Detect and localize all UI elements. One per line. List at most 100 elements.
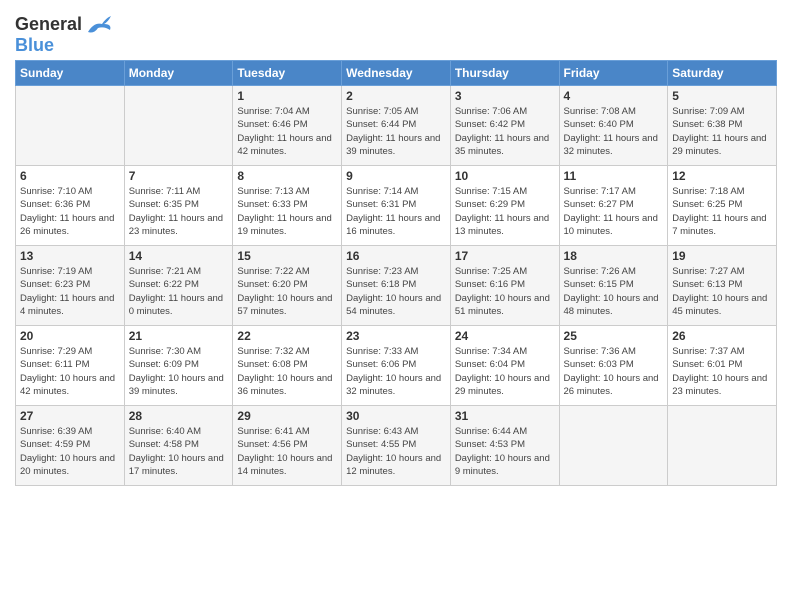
day-info: Sunrise: 7:22 AM Sunset: 6:20 PM Dayligh… <box>237 265 337 318</box>
calendar-cell: 29 Sunrise: 6:41 AM Sunset: 4:56 PM Dayli… <box>233 406 342 486</box>
calendar-cell: 2Sunrise: 7:05 AM Sunset: 6:44 PM Daylig… <box>342 86 451 166</box>
day-info: Sunrise: 6:44 AM Sunset: 4:53 PM Dayligh… <box>455 425 555 478</box>
day-info: Sunrise: 7:14 AM Sunset: 6:31 PM Dayligh… <box>346 185 446 238</box>
day-info: Sunrise: 7:32 AM Sunset: 6:08 PM Dayligh… <box>237 345 337 398</box>
calendar-cell: 18 Sunrise: 7:26 AM Sunset: 6:15 PM Dayli… <box>559 246 668 326</box>
calendar-cell: 6 Sunrise: 7:10 AM Sunset: 6:36 PM Daylig… <box>16 166 125 246</box>
calendar-cell: 23Sunrise: 7:33 AM Sunset: 6:06 PM Dayli… <box>342 326 451 406</box>
day-number: 19 <box>672 249 772 263</box>
calendar-cell <box>559 406 668 486</box>
calendar-cell: 31 Sunrise: 6:44 AM Sunset: 4:53 PM Dayli… <box>450 406 559 486</box>
day-of-week-header: Wednesday <box>342 61 451 86</box>
calendar-cell: 13 Sunrise: 7:19 AM Sunset: 6:23 PM Dayli… <box>16 246 125 326</box>
day-info: Sunrise: 7:09 AM Sunset: 6:38 PM Dayligh… <box>672 105 772 158</box>
day-info: Sunrise: 7:29 AM Sunset: 6:11 PM Dayligh… <box>20 345 120 398</box>
calendar-cell: 28 Sunrise: 6:40 AM Sunset: 4:58 PM Dayli… <box>124 406 233 486</box>
day-number: 18 <box>564 249 664 263</box>
calendar-cell: 3 Sunrise: 7:06 AM Sunset: 6:42 PM Daylig… <box>450 86 559 166</box>
day-number: 12 <box>672 169 772 183</box>
day-number: 6 <box>20 169 120 183</box>
day-info: Sunrise: 6:41 AM Sunset: 4:56 PM Dayligh… <box>237 425 337 478</box>
calendar-cell: 10 Sunrise: 7:15 AM Sunset: 6:29 PM Dayli… <box>450 166 559 246</box>
calendar-cell: 1 Sunrise: 7:04 AM Sunset: 6:46 PM Daylig… <box>233 86 342 166</box>
calendar-cell: 20 Sunrise: 7:29 AM Sunset: 6:11 PM Dayli… <box>16 326 125 406</box>
day-number: 31 <box>455 409 555 423</box>
calendar-cell <box>124 86 233 166</box>
calendar-cell: 16 Sunrise: 7:23 AM Sunset: 6:18 PM Dayli… <box>342 246 451 326</box>
day-info: Sunrise: 7:05 AM Sunset: 6:44 PM Dayligh… <box>346 105 446 158</box>
logo-bird-icon <box>84 14 112 36</box>
calendar-cell: 5 Sunrise: 7:09 AM Sunset: 6:38 PM Daylig… <box>668 86 777 166</box>
calendar-table: SundayMondayTuesdayWednesdayThursdayFrid… <box>15 60 777 486</box>
day-number: 25 <box>564 329 664 343</box>
day-info: Sunrise: 6:39 AM Sunset: 4:59 PM Dayligh… <box>20 425 120 478</box>
day-number: 20 <box>20 329 120 343</box>
day-number: 10 <box>455 169 555 183</box>
day-info: Sunrise: 7:10 AM Sunset: 6:36 PM Dayligh… <box>20 185 120 238</box>
day-info: Sunrise: 6:40 AM Sunset: 4:58 PM Dayligh… <box>129 425 229 478</box>
calendar-cell: 12Sunrise: 7:18 AM Sunset: 6:25 PM Dayli… <box>668 166 777 246</box>
day-number: 29 <box>237 409 337 423</box>
calendar-cell: 11 Sunrise: 7:17 AM Sunset: 6:27 PM Dayli… <box>559 166 668 246</box>
day-info: Sunrise: 7:30 AM Sunset: 6:09 PM Dayligh… <box>129 345 229 398</box>
day-info: Sunrise: 7:04 AM Sunset: 6:46 PM Dayligh… <box>237 105 337 158</box>
day-number: 28 <box>129 409 229 423</box>
calendar-cell: 9 Sunrise: 7:14 AM Sunset: 6:31 PM Daylig… <box>342 166 451 246</box>
day-info: Sunrise: 7:06 AM Sunset: 6:42 PM Dayligh… <box>455 105 555 158</box>
day-number: 21 <box>129 329 229 343</box>
day-number: 22 <box>237 329 337 343</box>
calendar-cell: 15 Sunrise: 7:22 AM Sunset: 6:20 PM Dayli… <box>233 246 342 326</box>
day-info: Sunrise: 7:23 AM Sunset: 6:18 PM Dayligh… <box>346 265 446 318</box>
day-number: 11 <box>564 169 664 183</box>
calendar-cell: 22 Sunrise: 7:32 AM Sunset: 6:08 PM Dayli… <box>233 326 342 406</box>
day-number: 5 <box>672 89 772 103</box>
day-number: 14 <box>129 249 229 263</box>
day-of-week-header: Sunday <box>16 61 125 86</box>
day-number: 8 <box>237 169 337 183</box>
day-info: Sunrise: 7:36 AM Sunset: 6:03 PM Dayligh… <box>564 345 664 398</box>
day-of-week-header: Tuesday <box>233 61 342 86</box>
day-number: 13 <box>20 249 120 263</box>
day-number: 24 <box>455 329 555 343</box>
calendar-cell: 7Sunrise: 7:11 AM Sunset: 6:35 PM Daylig… <box>124 166 233 246</box>
calendar-cell: 26 Sunrise: 7:37 AM Sunset: 6:01 PM Dayli… <box>668 326 777 406</box>
day-info: Sunrise: 7:25 AM Sunset: 6:16 PM Dayligh… <box>455 265 555 318</box>
day-info: Sunrise: 7:37 AM Sunset: 6:01 PM Dayligh… <box>672 345 772 398</box>
calendar-header-row: SundayMondayTuesdayWednesdayThursdayFrid… <box>16 61 777 86</box>
day-number: 1 <box>237 89 337 103</box>
day-number: 3 <box>455 89 555 103</box>
calendar-cell: 19 Sunrise: 7:27 AM Sunset: 6:13 PM Dayli… <box>668 246 777 326</box>
day-info: Sunrise: 7:15 AM Sunset: 6:29 PM Dayligh… <box>455 185 555 238</box>
calendar-cell: 8 Sunrise: 7:13 AM Sunset: 6:33 PM Daylig… <box>233 166 342 246</box>
day-info: Sunrise: 7:17 AM Sunset: 6:27 PM Dayligh… <box>564 185 664 238</box>
day-of-week-header: Friday <box>559 61 668 86</box>
logo: General Blue <box>15 14 112 56</box>
day-info: Sunrise: 7:27 AM Sunset: 6:13 PM Dayligh… <box>672 265 772 318</box>
calendar-week-row: 1 Sunrise: 7:04 AM Sunset: 6:46 PM Daylig… <box>16 86 777 166</box>
day-info: Sunrise: 7:21 AM Sunset: 6:22 PM Dayligh… <box>129 265 229 318</box>
day-info: Sunrise: 7:19 AM Sunset: 6:23 PM Dayligh… <box>20 265 120 318</box>
day-number: 16 <box>346 249 446 263</box>
day-of-week-header: Saturday <box>668 61 777 86</box>
calendar-week-row: 20 Sunrise: 7:29 AM Sunset: 6:11 PM Dayli… <box>16 326 777 406</box>
logo-text-general: General <box>15 15 82 35</box>
day-number: 9 <box>346 169 446 183</box>
calendar-cell: 27Sunrise: 6:39 AM Sunset: 4:59 PM Dayli… <box>16 406 125 486</box>
calendar-cell: 4 Sunrise: 7:08 AM Sunset: 6:40 PM Daylig… <box>559 86 668 166</box>
day-of-week-header: Monday <box>124 61 233 86</box>
page-header: General Blue <box>15 10 777 56</box>
day-number: 4 <box>564 89 664 103</box>
day-number: 15 <box>237 249 337 263</box>
calendar-cell: 14 Sunrise: 7:21 AM Sunset: 6:22 PM Dayli… <box>124 246 233 326</box>
day-info: Sunrise: 7:26 AM Sunset: 6:15 PM Dayligh… <box>564 265 664 318</box>
day-number: 30 <box>346 409 446 423</box>
day-info: Sunrise: 7:13 AM Sunset: 6:33 PM Dayligh… <box>237 185 337 238</box>
calendar-cell: 30 Sunrise: 6:43 AM Sunset: 4:55 PM Dayli… <box>342 406 451 486</box>
day-info: Sunrise: 7:08 AM Sunset: 6:40 PM Dayligh… <box>564 105 664 158</box>
day-number: 26 <box>672 329 772 343</box>
calendar-cell: 24Sunrise: 7:34 AM Sunset: 6:04 PM Dayli… <box>450 326 559 406</box>
calendar-week-row: 27Sunrise: 6:39 AM Sunset: 4:59 PM Dayli… <box>16 406 777 486</box>
calendar-cell <box>668 406 777 486</box>
day-info: Sunrise: 6:43 AM Sunset: 4:55 PM Dayligh… <box>346 425 446 478</box>
day-of-week-header: Thursday <box>450 61 559 86</box>
